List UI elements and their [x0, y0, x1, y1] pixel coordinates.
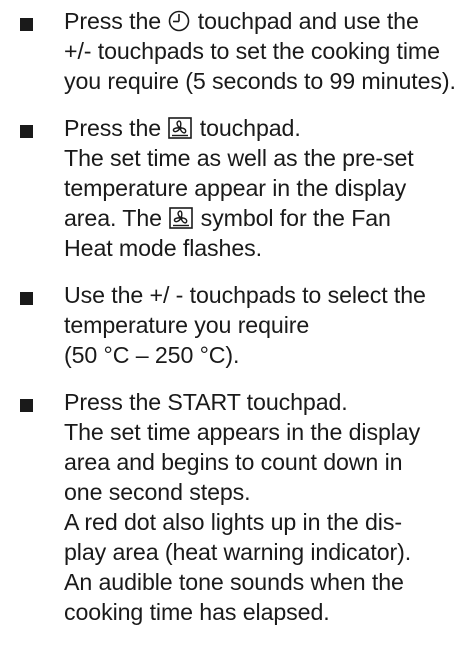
instruction-text: cooking time has elapsed. [64, 599, 330, 625]
instruction-text: you require (5 seconds to 99 minutes). [64, 68, 456, 94]
instruction-step: Press the START touchpad. The set time ap… [20, 387, 467, 627]
instruction-line: cooking time has elapsed. [64, 597, 467, 627]
instruction-text: +/- touchpads to set the cooking time [64, 38, 440, 64]
instruction-text: touchpad. [193, 115, 301, 141]
instruction-list: Press the touchpad and use the +/- touchp… [20, 6, 467, 627]
fan-heat-icon [168, 117, 193, 139]
fan-heat-icon [169, 207, 194, 229]
instruction-line: The set time as well as the pre-set [64, 143, 467, 173]
instruction-line: area and begins to count down in [64, 447, 467, 477]
instruction-line: one second steps. [64, 477, 467, 507]
instruction-text: (50 °C – 250 °C). [64, 342, 240, 368]
square-bullet-icon [20, 399, 33, 412]
instruction-text: play area (heat warning indicator). [64, 539, 412, 565]
instruction-text: Press the [64, 115, 168, 141]
instruction-text: The set time appears in the display [64, 419, 421, 445]
instruction-text: one second steps. [64, 479, 251, 505]
instruction-step: Press the touchpad. The set time as well … [20, 113, 467, 263]
instruction-line: An audible tone sounds when the [64, 567, 467, 597]
instruction-line: A red dot also lights up in the dis- [64, 507, 467, 537]
instruction-line: Press the START touchpad. [64, 387, 467, 417]
instruction-text: symbol for the Fan [194, 205, 391, 231]
instruction-step: Use the +/ - touchpads to select the temp… [20, 280, 467, 370]
timer-icon [168, 10, 190, 32]
instruction-line: play area (heat warning indicator). [64, 537, 467, 567]
square-bullet-icon [20, 125, 33, 138]
instruction-line: temperature you require [64, 310, 467, 340]
instruction-text: Press the START touchpad. [64, 389, 348, 415]
instruction-line: (50 °C – 250 °C). [64, 340, 467, 370]
instruction-text: touchpad and use the [191, 8, 419, 34]
instruction-line: +/- touchpads to set the cooking time [64, 36, 467, 66]
instruction-text: An audible tone sounds when the [64, 569, 404, 595]
instruction-line: you require (5 seconds to 99 minutes). [64, 66, 467, 96]
instruction-text: Use the +/ - touchpads to select the [64, 282, 426, 308]
instruction-line: Use the +/ - touchpads to select the [64, 280, 467, 310]
instruction-line: The set time appears in the display [64, 417, 467, 447]
instruction-page: Press the touchpad and use the +/- touchp… [0, 0, 471, 649]
square-bullet-icon [20, 292, 33, 305]
instruction-text: temperature you require [64, 312, 310, 338]
instruction-line: Heat mode flashes. [64, 233, 467, 263]
instruction-text: A red dot also lights up in the dis- [64, 509, 402, 535]
instruction-text: The set time as well as the pre-set [64, 145, 414, 171]
instruction-text: Heat mode flashes. [64, 235, 262, 261]
square-bullet-icon [20, 18, 33, 31]
instruction-text: area. The [64, 205, 169, 231]
instruction-line: Press the touchpad. [64, 113, 467, 143]
instruction-text: temperature appear in the display [64, 175, 407, 201]
instruction-line: area. The symbol for the Fan [64, 203, 467, 233]
instruction-line: Press the touchpad and use the [64, 6, 467, 36]
instruction-line: temperature appear in the display [64, 173, 467, 203]
instruction-text: Press the [64, 8, 168, 34]
instruction-text: area and begins to count down in [64, 449, 403, 475]
instruction-step: Press the touchpad and use the +/- touchp… [20, 6, 467, 96]
